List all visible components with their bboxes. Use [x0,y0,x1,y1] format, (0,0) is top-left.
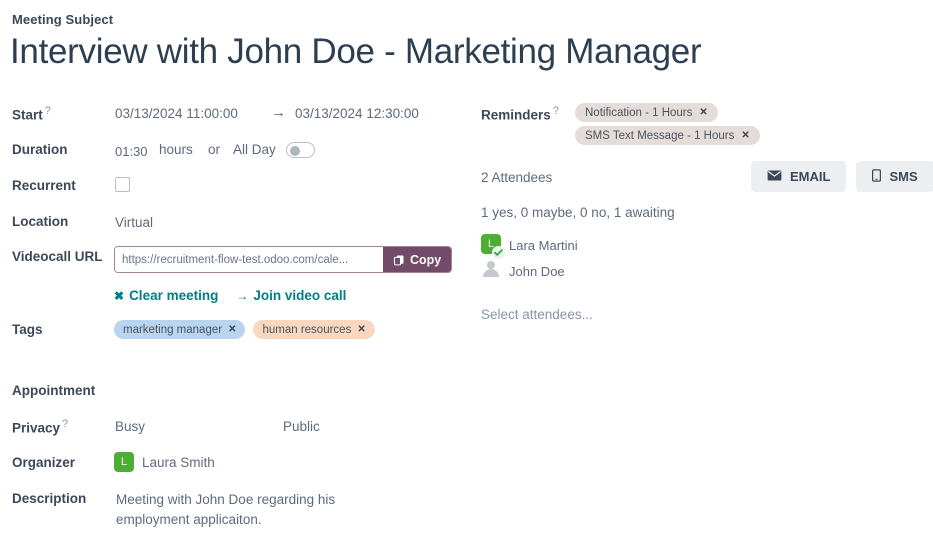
remove-tag-icon[interactable]: ✕ [228,324,236,335]
all-day-toggle-knob [290,146,300,156]
remove-reminder-icon[interactable]: ✕ [699,107,707,118]
user-head-shape [487,261,495,269]
reminder-label: Notification - 1 Hours [585,107,692,119]
meeting-subject-title[interactable]: Interview with John Doe - Marketing Mana… [10,32,701,72]
start-date-input[interactable]: 03/13/2024 11:00:00 [115,106,238,121]
description-label: Description [12,491,86,506]
start-label: Start? [12,105,51,123]
phone-icon [872,169,881,185]
copy-button-label: Copy [410,253,441,267]
join-video-call-link[interactable]: → Join video call [236,288,346,303]
attendee-status-summary: 1 yes, 0 maybe, 0 no, 1 awaiting [481,205,675,220]
clear-meeting-link[interactable]: ✖ Clear meeting [114,288,218,303]
reminder-chip[interactable]: SMS Text Message - 1 Hours ✕ [575,126,760,145]
close-icon: ✖ [114,289,124,303]
location-input[interactable]: Virtual [115,215,153,230]
attendee-name: John Doe [509,264,565,279]
attendee-actions: EMAIL SMS [751,161,933,192]
start-label-text: Start [12,108,43,123]
list-item[interactable]: L Lara Martini [481,234,578,256]
duration-or-label: or [208,142,220,157]
sms-button-label: SMS [889,169,917,184]
recurrent-checkbox[interactable] [115,177,130,192]
avatar: L [114,452,134,472]
copy-icon [393,254,405,266]
duration-label: Duration [12,142,68,157]
tag-label: marketing manager [123,324,222,336]
videocall-links: ✖ Clear meeting → Join video call [114,288,346,303]
tags-label: Tags [12,322,43,337]
reminder-chip[interactable]: Notification - 1 Hours ✕ [575,103,718,122]
sms-button[interactable]: SMS [856,161,933,192]
duration-unit-label: hours [159,142,193,157]
calendar-event-form: Meeting Subject Interview with John Doe … [0,0,933,543]
email-button-label: EMAIL [790,169,830,184]
recurrent-label: Recurrent [12,178,76,193]
start-help-icon[interactable]: ? [45,105,51,117]
privacy-label: Privacy? [12,418,68,436]
privacy-help-icon[interactable]: ? [62,418,68,430]
stop-date-input[interactable]: 03/13/2024 12:30:00 [295,106,419,121]
videocall-url-input[interactable]: https://recruitment-flow-test.odoo.com/c… [115,247,383,272]
clear-meeting-label: Clear meeting [129,288,218,303]
date-range-arrow-icon: → [271,104,286,121]
privacy-label-text: Privacy [12,421,60,436]
reminders-label: Reminders? [481,105,559,123]
location-label: Location [12,214,68,229]
tags-list: marketing manager ✕ human resources ✕ [114,320,375,339]
remove-reminder-icon[interactable]: ✕ [741,130,749,141]
copy-url-button[interactable]: Copy [383,247,451,272]
videocall-url-label: Videocall URL [12,249,103,264]
avatar [481,260,503,282]
privacy-show-as-select[interactable]: Busy [115,419,145,434]
all-day-label: All Day [233,142,276,157]
duration-input[interactable]: 01:30 [115,144,148,159]
remove-tag-icon[interactable]: ✕ [357,324,365,335]
check-icon [492,246,505,259]
select-attendees-input[interactable]: Select attendees... [481,307,593,322]
description-text[interactable]: Meeting with John Doe regarding his empl… [116,490,376,530]
envelope-icon [767,170,782,184]
tag-label: human resources [262,324,351,336]
organizer-value[interactable]: L Laura Smith [114,452,215,472]
tag-chip[interactable]: marketing manager ✕ [114,320,245,339]
organizer-name: Laura Smith [142,455,215,470]
privacy-visibility-select[interactable]: Public [283,419,320,434]
default-user-icon [482,260,500,278]
reminders-label-text: Reminders [481,108,551,123]
user-body-shape [483,269,499,277]
reminders-help-icon[interactable]: ? [553,105,559,117]
attendees-count: 2 Attendees [481,170,552,185]
reminder-label: SMS Text Message - 1 Hours [585,130,734,142]
tag-chip[interactable]: human resources ✕ [253,320,374,339]
avatar: L [481,234,503,256]
email-button[interactable]: EMAIL [751,161,846,192]
arrow-right-icon: → [236,289,248,303]
attendee-name: Lara Martini [509,238,578,253]
appointment-label: Appointment [12,383,95,398]
attendees-list: L Lara Martini John Doe [481,234,578,282]
meeting-subject-label: Meeting Subject [12,12,113,27]
videocall-url-group: https://recruitment-flow-test.odoo.com/c… [114,246,452,273]
list-item[interactable]: John Doe [481,260,578,282]
reminders-list: Notification - 1 Hours ✕ SMS Text Messag… [575,103,760,145]
all-day-toggle[interactable] [286,142,315,158]
organizer-label: Organizer [12,455,75,470]
join-video-call-label: Join video call [253,288,346,303]
